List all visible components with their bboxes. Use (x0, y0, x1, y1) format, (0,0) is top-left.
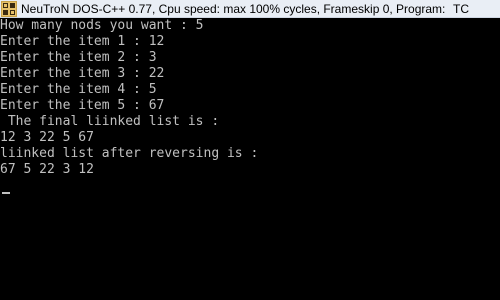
dos-box-icon[interactable] (1, 0, 17, 17)
console-line-1: How many nods you want : 5 (0, 18, 204, 33)
console-line-4: Enter the item 3 : 22 (0, 66, 165, 81)
console-line-8: 12 3 22 5 67 (0, 130, 94, 145)
window-title: NeuTroN DOS-C++ 0.77, Cpu speed: max 100… (21, 1, 446, 16)
program-name: TC (453, 1, 469, 16)
console-line-5: Enter the item 4 : 5 (0, 82, 157, 97)
console-line-10: 67 5 22 3 12 (0, 162, 94, 177)
dos-emulator-window: NeuTroN DOS-C++ 0.77, Cpu speed: max 100… (0, 0, 500, 300)
console-line-2: Enter the item 1 : 12 (0, 34, 165, 49)
title-bar[interactable]: NeuTroN DOS-C++ 0.77, Cpu speed: max 100… (0, 0, 500, 18)
console-output-area[interactable]: How many nods you want : 5 Enter the ite… (0, 18, 500, 300)
console-line-3: Enter the item 2 : 3 (0, 50, 157, 65)
console-line-6: Enter the item 5 : 67 (0, 98, 165, 113)
console-line-7: The final liinked list is : (0, 114, 220, 129)
text-cursor (2, 192, 10, 194)
console-line-9: liinked list after reversing is : (0, 146, 259, 161)
